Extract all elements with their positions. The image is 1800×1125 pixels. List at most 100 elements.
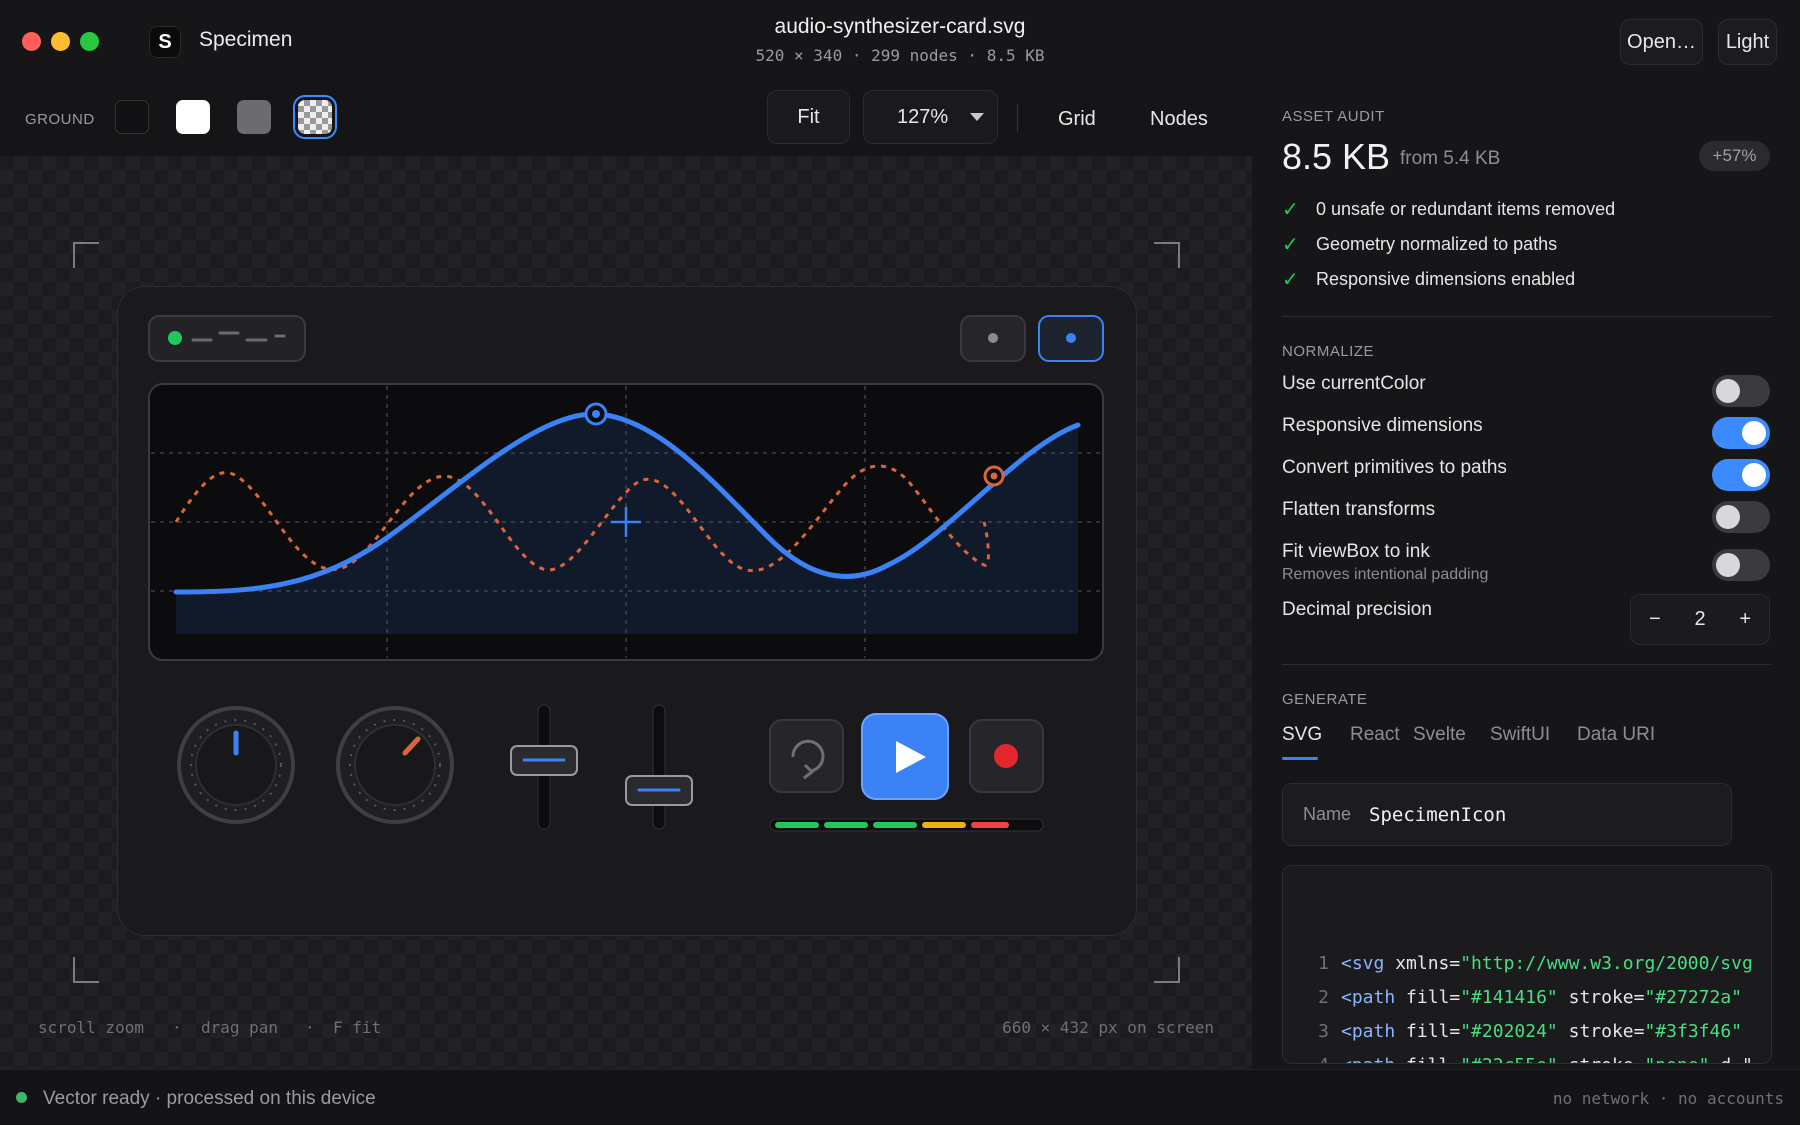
preview-canvas[interactable]: scroll zoom · drag pan · F fit 660 × 432…	[0, 156, 1252, 1069]
status-dot-icon	[16, 1092, 27, 1103]
option-convert-primitives-label: Convert primitives to paths	[1282, 457, 1507, 478]
code-tag: <path	[1341, 1055, 1395, 1063]
curve-control-point-orange	[983, 465, 1005, 487]
code-line: 2 <path fill="#141416" stroke="#27272a"	[1283, 981, 1771, 1015]
audit-check-label: Geometry normalized to paths	[1316, 234, 1558, 254]
check-icon: ✓	[1282, 269, 1299, 291]
code-attr: stroke=	[1557, 987, 1645, 1008]
fit-button[interactable]: Fit	[767, 90, 850, 144]
code-attr: fill=	[1395, 987, 1461, 1008]
toggle-fit-viewbox[interactable]	[1712, 549, 1770, 581]
curve-control-point-blue	[584, 402, 608, 426]
code-tag: <svg	[1341, 953, 1385, 974]
synth-card-preview	[117, 286, 1137, 936]
code-line-number: 1	[1318, 953, 1329, 974]
code-tag: <path	[1341, 1021, 1396, 1042]
theme-light-button[interactable]: Light	[1718, 19, 1777, 65]
code-line: 4 <path fill="#22c55e" stroke="none" d="	[1283, 1049, 1771, 1063]
chevron-down-icon	[970, 113, 985, 121]
ground-swatch-black[interactable]	[115, 100, 149, 134]
precision-value: 2	[1694, 608, 1706, 630]
audit-check-3: ✓ Responsive dimensions enabled	[1282, 267, 1575, 292]
decimal-precision-label: Decimal precision	[1282, 599, 1432, 620]
status-text: Vector ready · processed on this device	[43, 1088, 376, 1109]
option-flatten-label: Flatten transforms	[1282, 499, 1436, 520]
open-button[interactable]: Open…	[1620, 19, 1703, 65]
toggle-current-color[interactable]	[1712, 375, 1770, 407]
code-value: "#141416"	[1460, 987, 1558, 1008]
code-attr: fill=	[1395, 1055, 1460, 1063]
grid-toggle[interactable]: Grid	[1058, 108, 1096, 131]
audit-size: 8.5 KB	[1282, 136, 1391, 177]
artboard-corner-bl	[73, 957, 99, 983]
ground-swatch-checker[interactable]	[293, 95, 337, 139]
increment-button[interactable]: +	[1739, 608, 1751, 631]
name-label: Name	[1303, 804, 1352, 824]
option-responsive-label: Responsive dimensions	[1282, 415, 1483, 436]
privacy-status: no network · no accounts	[1552, 1089, 1784, 1108]
code-attr: stroke=	[1557, 1021, 1645, 1042]
code-value: "none"	[1644, 1055, 1709, 1063]
ground-swatch-white[interactable]	[176, 100, 210, 134]
ground-swatch-gray[interactable]	[237, 100, 271, 134]
loop-button	[769, 719, 844, 793]
code-value: "#202024"	[1460, 1021, 1558, 1042]
tab-active-underline	[1282, 757, 1318, 760]
code-line: 1 <svg xmlns="http://www.w3.org/2000/svg	[1283, 947, 1771, 981]
toggle-flatten-transforms[interactable]	[1712, 501, 1770, 533]
artboard-corner-br	[1154, 957, 1180, 983]
toggle-responsive-dimensions[interactable]	[1712, 417, 1770, 449]
synth-card-svg	[148, 315, 1104, 832]
tab-react[interactable]: React	[1350, 724, 1400, 746]
knob-1	[177, 706, 295, 824]
zoom-select[interactable]: 127%	[863, 90, 998, 144]
ground-label: GROUND	[25, 111, 95, 128]
decrement-button[interactable]: −	[1649, 608, 1661, 631]
audit-from-size: from 5.4 KB	[1400, 148, 1501, 169]
hint-fit: F fit	[333, 1018, 382, 1037]
synth-header-pill	[148, 315, 306, 362]
code-attr: stroke=	[1558, 1055, 1645, 1063]
hint-zoom: scroll zoom	[38, 1018, 144, 1037]
tab-swiftui[interactable]: SwiftUI	[1490, 724, 1550, 746]
record-button	[969, 719, 1044, 793]
hint-separator: ·	[172, 1018, 182, 1037]
zoom-value: 127%	[897, 105, 949, 128]
code-line-number: 2	[1318, 987, 1329, 1008]
level-meter	[769, 818, 1044, 832]
artboard-corner-tl	[73, 242, 99, 268]
code-attr: fill=	[1395, 1021, 1461, 1042]
tab-data-uri[interactable]: Data URI	[1577, 724, 1655, 746]
screen-size-readout: 660 × 432 px on screen	[1002, 1018, 1214, 1037]
code-line-number: 3	[1318, 1021, 1329, 1042]
component-name-field[interactable]: Name SpecimenIcon	[1282, 783, 1732, 846]
code-attr: xmlns=	[1384, 953, 1461, 974]
audit-delta-badge: +57%	[1699, 141, 1770, 171]
tab-svelte[interactable]: Svelte	[1413, 724, 1466, 746]
code-line-number: 4	[1283, 1049, 1329, 1063]
file-title: audio-synthesizer-card.svg	[774, 15, 1026, 38]
code-attr: d="	[1710, 1055, 1753, 1063]
normalize-heading: NORMALIZE	[1282, 343, 1375, 360]
section-divider	[1282, 316, 1772, 317]
audit-check-label: 0 unsafe or redundant items removed	[1316, 199, 1616, 219]
hint-pan: drag pan	[201, 1018, 279, 1037]
name-value: SpecimenIcon	[1369, 803, 1507, 826]
knob-2	[336, 706, 454, 824]
inspector-sidebar: ASSET AUDIT 8.5 KB from 5.4 KB +57% ✓ 0 u…	[1252, 84, 1800, 1069]
check-icon: ✓	[1282, 234, 1299, 256]
code-line: 3 <path fill="#202024" stroke="#3f3f46"	[1283, 1015, 1771, 1049]
code-value: "http://www.w3.org/2000/svg	[1460, 953, 1753, 974]
nodes-toggle[interactable]: Nodes	[1150, 108, 1208, 131]
check-icon: ✓	[1282, 199, 1299, 221]
file-meta: 520 × 340 · 299 nodes · 8.5 KB	[755, 46, 1045, 65]
toggle-convert-primitives[interactable]	[1712, 459, 1770, 491]
canvas-toolbar: GROUND Fit 127% Grid Nodes	[0, 84, 1252, 156]
generate-heading: GENERATE	[1282, 691, 1368, 708]
audit-check-2: ✓ Geometry normalized to paths	[1282, 232, 1557, 257]
tab-svg[interactable]: SVG	[1282, 724, 1322, 746]
audit-check-label: Responsive dimensions enabled	[1316, 269, 1576, 289]
fader-1	[510, 704, 578, 830]
hint-separator: ·	[305, 1018, 315, 1037]
section-divider	[1282, 664, 1772, 665]
